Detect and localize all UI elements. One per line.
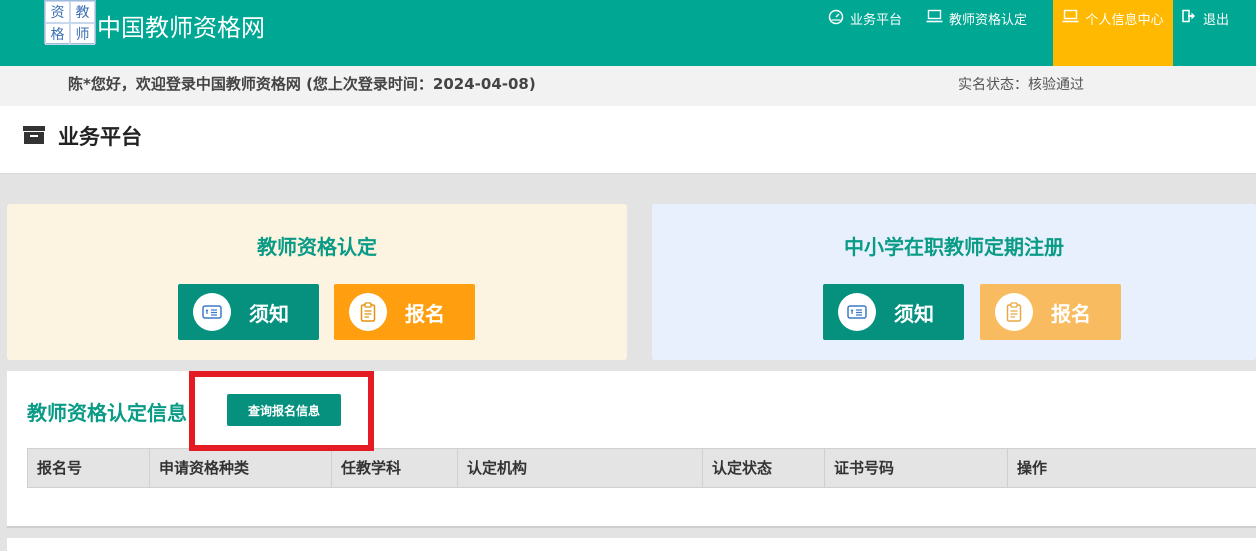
bottom-panel [7, 538, 1256, 551]
button-label: 须知 [894, 301, 934, 326]
welcome-message: 陈*您好，欢迎登录中国教师资格网 (您上次登录时间：2024-04-08) [68, 75, 536, 93]
site-logo[interactable]: 资 教 格 师 [44, 0, 96, 45]
cert-info-title: 教师资格认定信息 [27, 401, 187, 425]
nav-label: 退出 [1203, 13, 1230, 28]
logo-char: 资 [45, 1, 70, 23]
nav-label: 个人信息中心 [1085, 13, 1164, 28]
column-header: 操作 [1017, 459, 1048, 477]
cert-notice-button[interactable]: 须知 [178, 284, 319, 340]
nav-label: 教师资格认定 [949, 13, 1028, 28]
nav-label: 业务平台 [850, 13, 903, 28]
clipboard-icon [995, 293, 1033, 331]
column-header: 证书号码 [825, 449, 1008, 487]
column-header: 任教学科 [332, 449, 458, 487]
card-title: 中小学在职教师定期注册 [844, 235, 1064, 259]
dashboard-icon [828, 9, 844, 29]
logo-char: 教 [70, 1, 95, 23]
notice-icon [193, 293, 231, 331]
laptop-icon [926, 9, 943, 27]
highlight-box [189, 371, 374, 451]
realname-status: 实名状态：核验通过 [958, 77, 1084, 93]
cert-register-button[interactable]: 报名 [334, 284, 475, 340]
logout-icon [1182, 9, 1197, 27]
button-label: 须知 [249, 301, 289, 326]
page-header: 业务平台 [0, 106, 1256, 174]
site-title[interactable]: 中国教师资格网 [97, 8, 265, 43]
card-title: 教师资格认定 [257, 235, 377, 259]
registration-register-button[interactable]: 报名 [980, 284, 1121, 340]
nav-personal-center[interactable]: 个人信息中心 [1053, 0, 1173, 66]
teacher-cert-card: 教师资格认定 须知 报名 [7, 204, 627, 360]
column-header: 报名号 [28, 449, 150, 487]
cert-info-table-header: 报名号 申请资格种类 任教学科 认定机构 认定状态 证书号码 操作 [27, 448, 1256, 488]
logo-char: 格 [45, 23, 70, 45]
registration-notice-button[interactable]: 须知 [823, 284, 964, 340]
laptop-icon [1062, 9, 1079, 27]
column-header: 认定状态 [703, 449, 825, 487]
archive-icon [23, 126, 45, 144]
notice-icon [838, 293, 876, 331]
welcome-bar: 陈*您好，欢迎登录中国教师资格网 (您上次登录时间：2024-04-08) 实名… [0, 66, 1256, 106]
top-navbar: 资 教 格 师 中国教师资格网 业务平台 教师资格认定 个人信息中心 退出 [0, 0, 1256, 66]
nav-logout[interactable]: 退出 [1182, 0, 1229, 66]
button-label: 报名 [405, 301, 445, 326]
nav-business-platform[interactable]: 业务平台 [828, 0, 902, 66]
nav-teacher-cert[interactable]: 教师资格认定 [926, 0, 1027, 66]
teacher-registration-card: 中小学在职教师定期注册 须知 报名 [652, 204, 1256, 360]
column-header: 申请资格种类 [150, 449, 332, 487]
clipboard-icon [349, 293, 387, 331]
logo-char: 师 [70, 23, 95, 45]
column-header: 认定机构 [458, 449, 703, 487]
page-title: 业务平台 [58, 125, 142, 149]
button-label: 报名 [1051, 301, 1091, 326]
